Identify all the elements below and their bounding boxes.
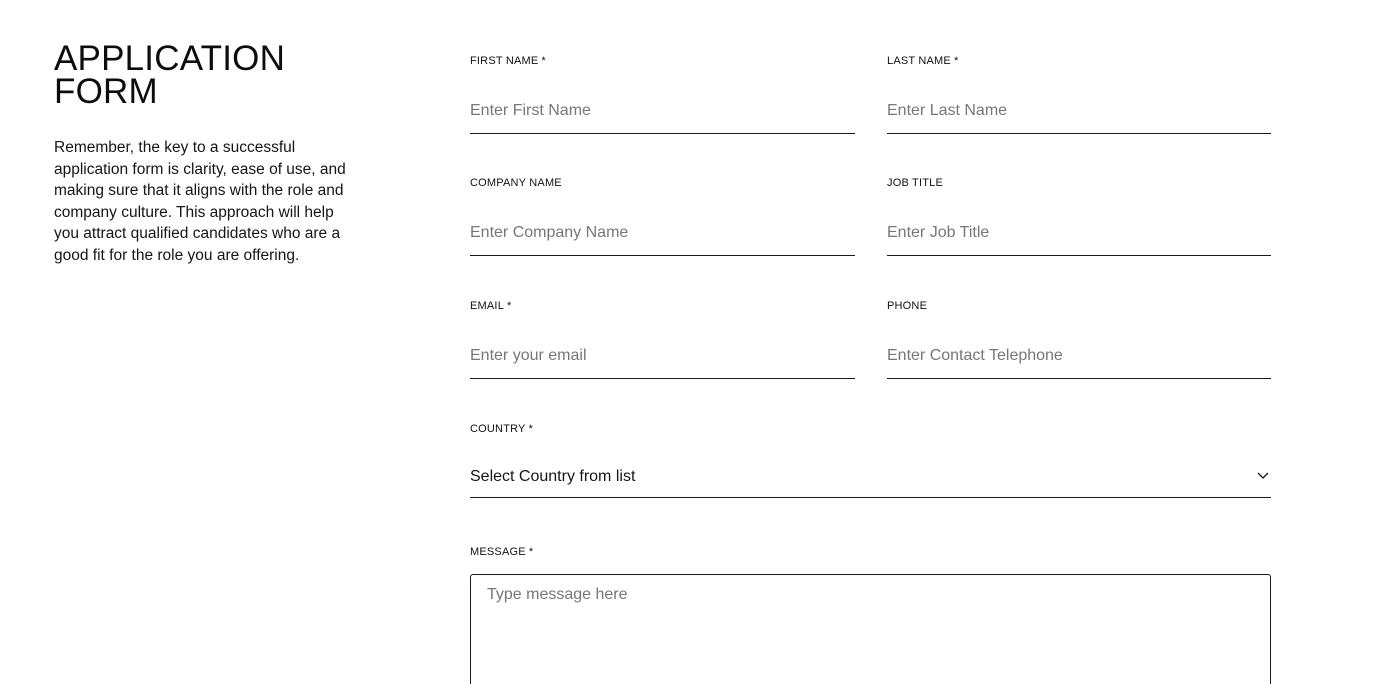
page-title: APPLICATION FORM (54, 39, 364, 111)
country-label: COUNTRY * (470, 423, 1271, 436)
last-name-input[interactable] (887, 90, 1271, 134)
country-select-value: Select Country from list (470, 468, 636, 485)
message-label-text: MESSAGE (470, 546, 526, 558)
first-name-label: FIRST NAME * (470, 55, 855, 68)
page-title-line-1: APPLICATION (54, 39, 286, 78)
message-label: MESSAGE * (470, 546, 1271, 559)
last-name-label: LAST NAME * (887, 55, 1271, 68)
phone-field: PHONE (887, 300, 1271, 379)
first-name-field: FIRST NAME * (470, 55, 855, 134)
country-select[interactable]: Select Country from list (470, 458, 1271, 498)
company-name-label: COMPANY NAME (470, 177, 562, 189)
last-name-required-marker: * (953, 55, 959, 67)
first-name-label-text: FIRST NAME (470, 55, 539, 67)
email-label: EMAIL * (470, 300, 855, 313)
phone-label: PHONE (887, 300, 928, 312)
email-input[interactable] (470, 335, 855, 379)
first-name-input[interactable] (470, 90, 855, 134)
job-title-input[interactable] (887, 212, 1271, 256)
last-name-label-text: LAST NAME (887, 55, 951, 67)
email-label-text: EMAIL (470, 300, 505, 312)
country-label-text: COUNTRY (470, 423, 526, 435)
phone-input[interactable] (887, 335, 1271, 379)
country-required-marker: * (528, 423, 534, 435)
message-required-marker: * (528, 546, 534, 558)
last-name-field: LAST NAME * (887, 55, 1271, 134)
intro-description: Remember, the key to a successful applic… (54, 139, 346, 264)
first-name-required-marker: * (541, 55, 546, 67)
country-field: COUNTRY * Select Country from list (470, 423, 1271, 498)
chevron-down-icon (1257, 472, 1269, 479)
intro-section: APPLICATION FORM Remember, the key to a … (54, 39, 364, 267)
page-title-line-2: FORM (54, 72, 158, 111)
email-field: EMAIL * (470, 300, 855, 379)
job-title-label: JOB TITLE (887, 177, 943, 189)
company-name-field: COMPANY NAME (470, 177, 855, 256)
message-field: MESSAGE * (470, 546, 1271, 684)
company-name-input[interactable] (470, 212, 855, 256)
email-required-marker: * (507, 300, 512, 312)
job-title-field: JOB TITLE (887, 177, 1271, 256)
message-textarea[interactable] (470, 574, 1271, 684)
application-form-page: APPLICATION FORM Remember, the key to a … (0, 0, 1390, 684)
